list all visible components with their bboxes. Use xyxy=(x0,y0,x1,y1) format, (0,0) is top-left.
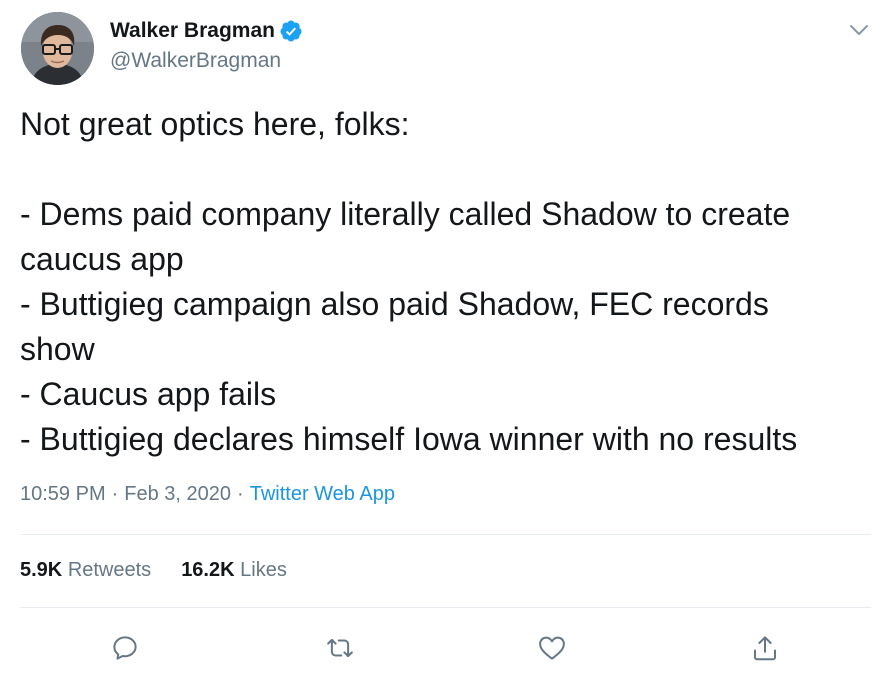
tweet-text-line: caucus app xyxy=(20,241,184,277)
likes-count: 16.2K xyxy=(181,559,235,581)
tweet-text-line: - Buttigieg campaign also paid Shadow, F… xyxy=(20,286,769,322)
tweet-actions xyxy=(0,624,892,668)
reply-icon xyxy=(113,636,137,660)
divider xyxy=(20,534,871,535)
retweets-count: 5.9K xyxy=(20,559,63,581)
tweet-text-line: Not great optics here, folks: xyxy=(20,106,410,142)
author-handle[interactable]: @WalkerBragman xyxy=(110,49,281,73)
verified-badge-icon xyxy=(279,19,303,43)
author-display-name[interactable]: Walker Bragman xyxy=(110,19,275,43)
tweet-text: Not great optics here, folks: - Dems pai… xyxy=(20,102,880,462)
reply-button[interactable] xyxy=(105,628,145,668)
tweet-card: Walker Bragman @WalkerBragman Not great … xyxy=(0,0,892,679)
tweet-meta: 10:59 PM · Feb 3, 2020 · Twitter Web App xyxy=(20,483,395,506)
retweet-button[interactable] xyxy=(320,628,360,668)
meta-separator: · xyxy=(111,483,119,505)
share-icon xyxy=(754,636,776,661)
divider xyxy=(20,607,871,608)
tweet-date[interactable]: Feb 3, 2020 xyxy=(124,483,231,505)
retweets-label: Retweets xyxy=(67,559,152,581)
retweet-icon xyxy=(327,638,353,658)
tweet-source-link[interactable]: Twitter Web App xyxy=(250,483,395,505)
chevron-down-icon xyxy=(850,25,868,35)
tweet-text-blank-line xyxy=(20,147,880,192)
tweet-options-button[interactable] xyxy=(846,17,872,43)
meta-separator: · xyxy=(237,483,244,505)
likes-label: Likes xyxy=(240,559,287,581)
likes-stat[interactable]: 16.2K Likes xyxy=(181,559,287,582)
tweet-stats: 5.9K Retweets 16.2K Likes xyxy=(20,559,317,582)
tweet-text-line: show xyxy=(20,331,95,367)
share-button[interactable] xyxy=(745,628,785,668)
like-button[interactable] xyxy=(532,628,572,668)
author-name-row: Walker Bragman xyxy=(110,17,303,45)
avatar-image xyxy=(21,12,94,85)
tweet-text-line: - Buttigieg declares himself Iowa winner… xyxy=(20,421,798,457)
avatar[interactable] xyxy=(21,12,94,85)
retweets-stat[interactable]: 5.9K Retweets xyxy=(20,559,151,582)
heart-icon xyxy=(539,636,565,660)
tweet-text-line: - Dems paid company literally called Sha… xyxy=(20,196,791,232)
tweet-text-line: - Caucus app fails xyxy=(20,376,277,412)
tweet-time[interactable]: 10:59 PM xyxy=(20,483,106,505)
